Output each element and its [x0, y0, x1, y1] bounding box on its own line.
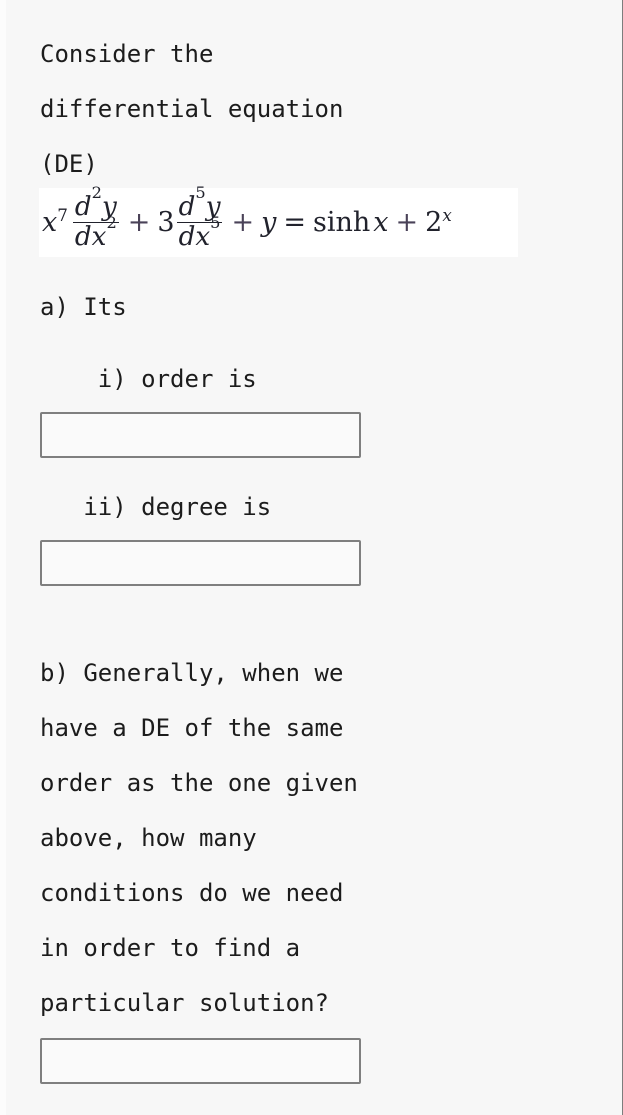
part-b-text: b) Generally, when we have a DE of the s…: [40, 659, 358, 1017]
part-a-sub-ii-label: ii) degree is: [40, 493, 272, 521]
plus-operator-1: +: [127, 207, 151, 238]
order-answer-input[interactable]: [40, 412, 361, 458]
question-content: Consider the differential equation (DE) …: [39, 0, 580, 1115]
question-page: Consider the differential equation (DE) …: [0, 0, 623, 1115]
part-a-sub-i-label: i) order is: [40, 365, 257, 393]
differential-equation: x7 d2y dx2 + 3 d5y dx5 + y = sinh x + 2x: [42, 182, 452, 252]
question-stem: Consider the differential equation (DE): [40, 40, 344, 178]
eq-fraction-second: d5y dx5: [176, 184, 223, 252]
eq-coefficient-x: x: [42, 207, 58, 238]
eq-sinh-function: sinh: [313, 207, 371, 238]
eq-exp-base: 2: [425, 207, 443, 238]
equation-block: x7 d2y dx2 + 3 d5y dx5 + y = sinh x + 2x: [39, 182, 518, 257]
eq-coefficient-3: 3: [157, 207, 175, 238]
plus-operator-3: +: [395, 207, 419, 238]
degree-answer-input[interactable]: [40, 540, 361, 586]
eq-linear-term-y: y: [261, 207, 277, 238]
left-gutter: [0, 0, 6, 1115]
equals-operator: =: [283, 207, 306, 238]
conditions-answer-input[interactable]: [40, 1038, 361, 1084]
eq-sinh-argument: x: [373, 207, 389, 238]
plus-operator-2: +: [231, 207, 255, 238]
eq-fraction-second-denominator: dx5: [176, 213, 223, 252]
eq-fraction-first-denominator: dx2: [72, 213, 119, 252]
eq-fraction-first: d2y dx2: [72, 184, 119, 252]
part-a-label: a) Its: [40, 293, 127, 321]
